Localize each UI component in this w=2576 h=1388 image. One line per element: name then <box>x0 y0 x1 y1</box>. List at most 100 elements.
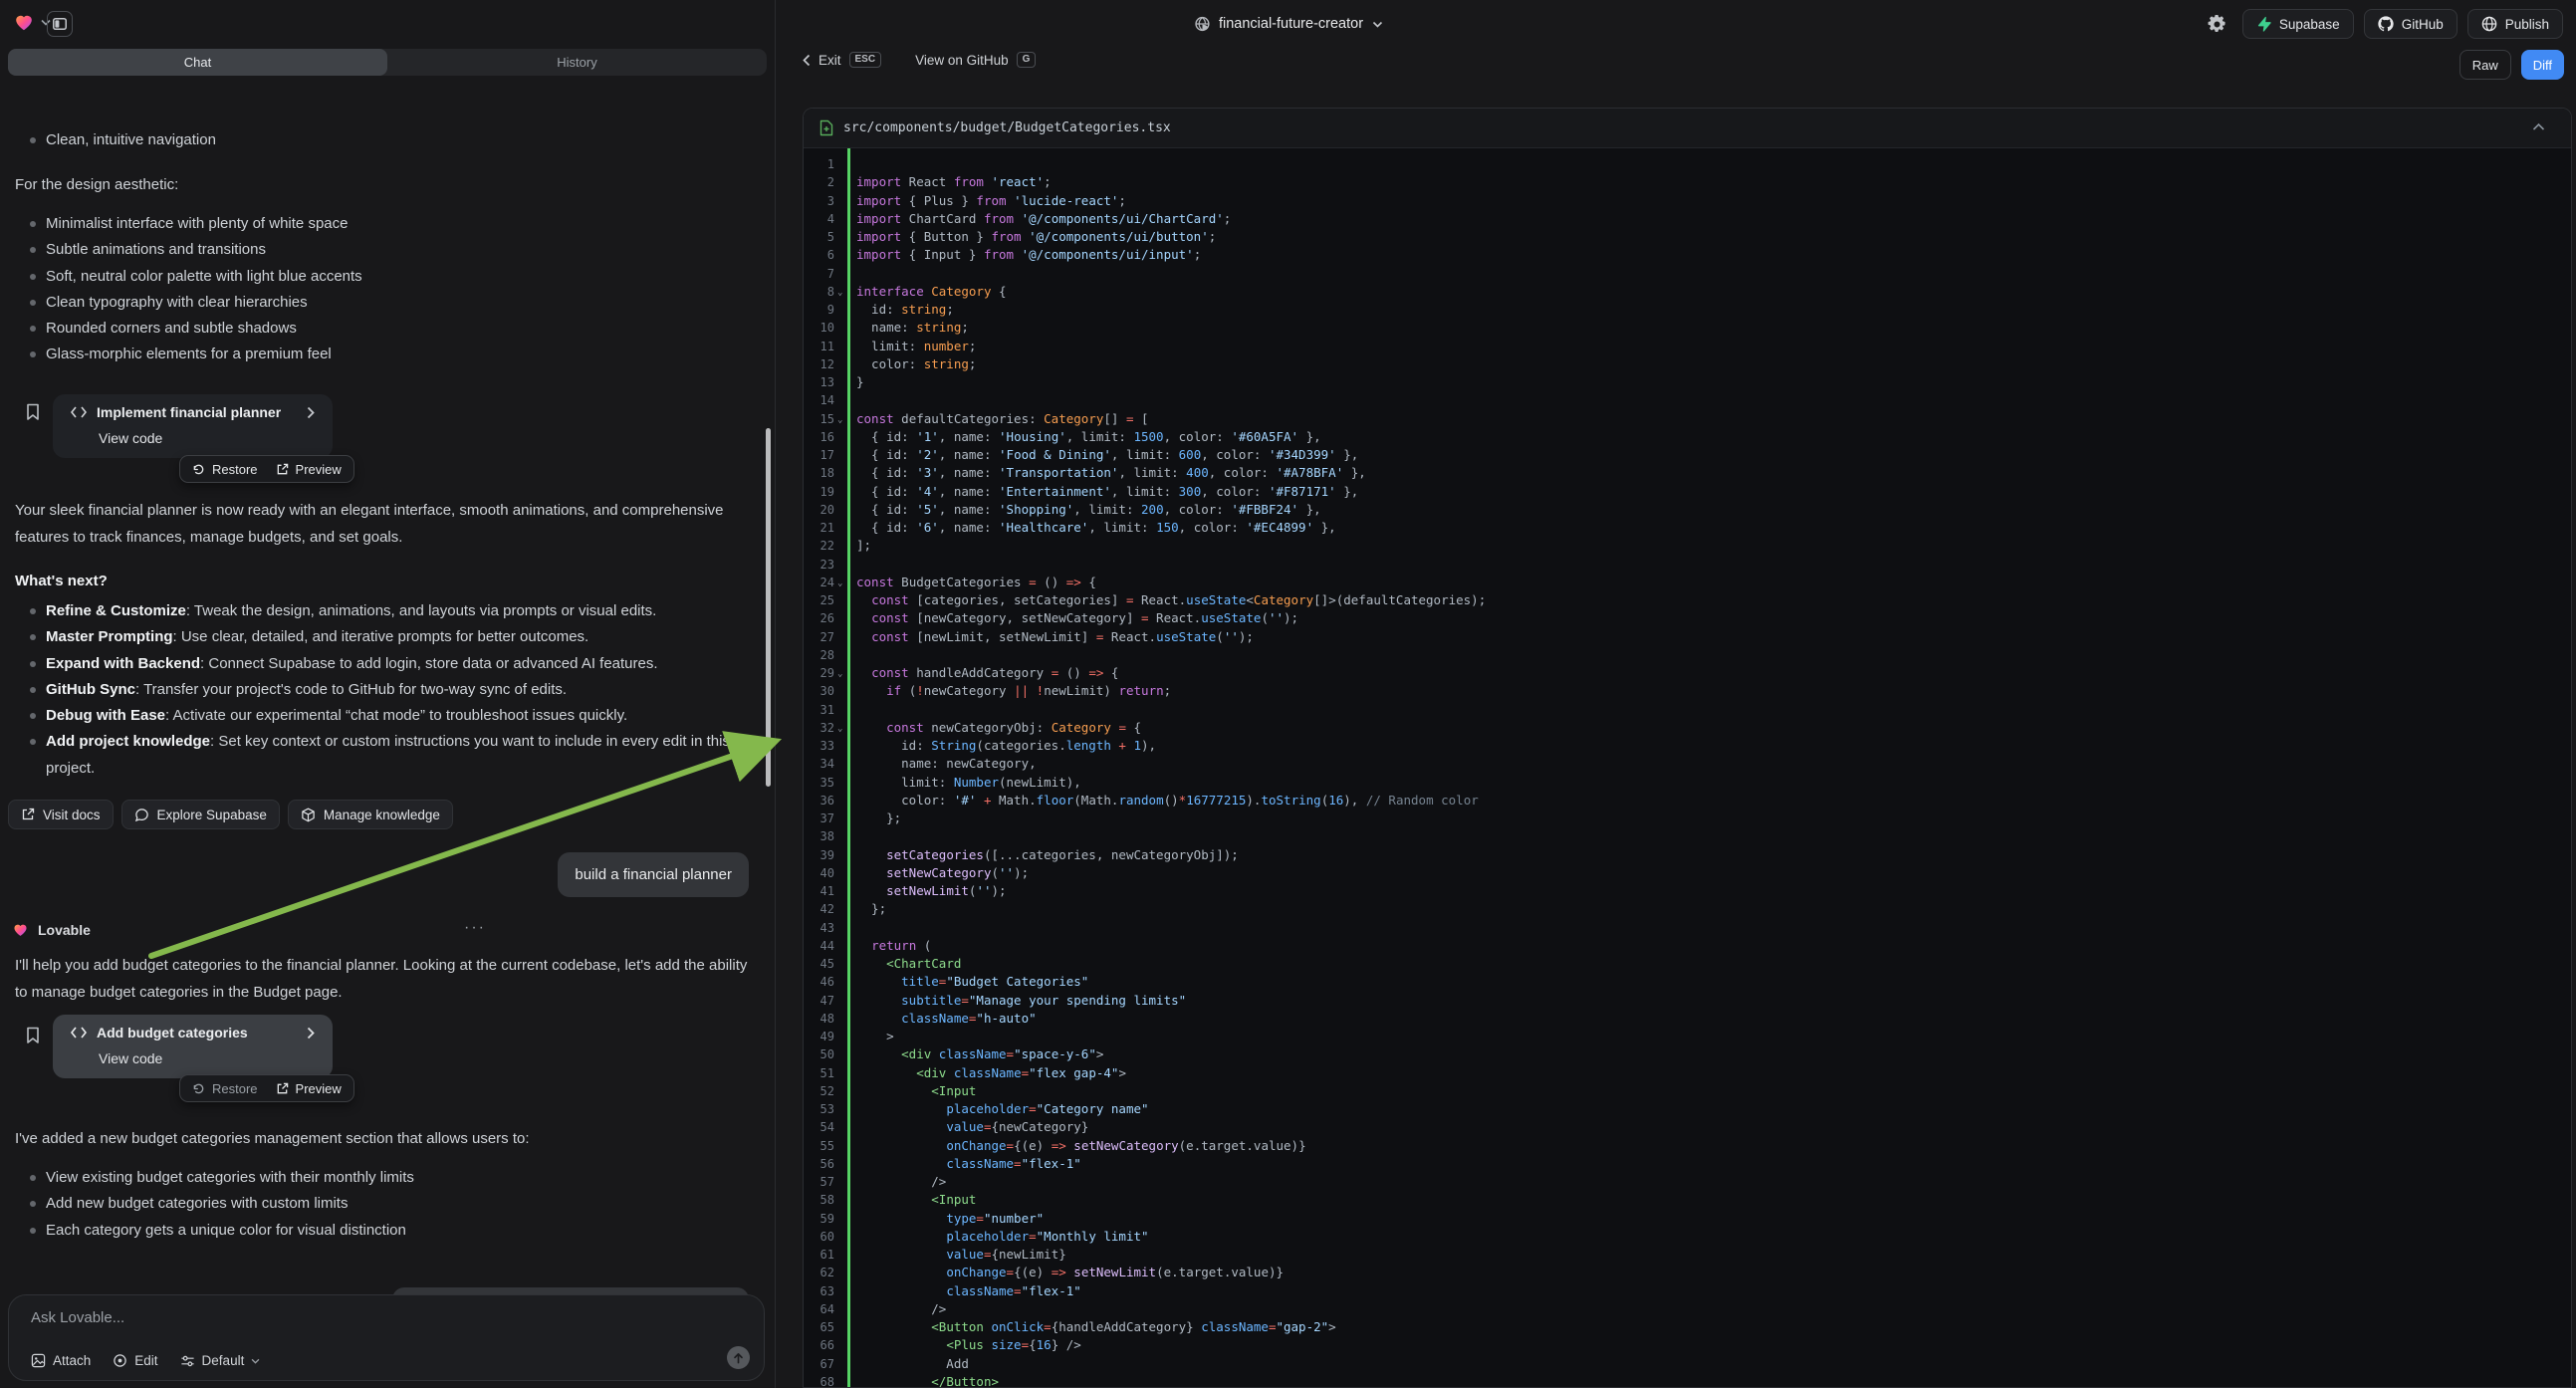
code-line: 7 <box>804 265 2571 283</box>
restore-button[interactable]: Restore <box>192 1081 258 1096</box>
bullet-item: Clean, intuitive navigation <box>0 127 757 153</box>
line-number: 9 <box>804 301 834 319</box>
explore-supabase-button[interactable]: Explore Supabase <box>121 800 280 829</box>
line-number: 49 <box>804 1028 834 1045</box>
line-number: 5 <box>804 228 834 246</box>
chevron-down-icon <box>251 1358 260 1364</box>
preview-button[interactable]: Preview <box>276 1081 342 1096</box>
code-line: 15⌄const defaultCategories: Category[] =… <box>804 410 2571 428</box>
code-line: 12 color: string; <box>804 355 2571 373</box>
line-number: 43 <box>804 919 834 937</box>
restore-icon <box>192 1082 205 1095</box>
view-code-link[interactable]: View code <box>99 430 162 446</box>
visit-docs-button[interactable]: Visit docs <box>8 800 114 829</box>
diff-toggle-button[interactable]: Diff <box>2521 50 2564 80</box>
send-button[interactable] <box>727 1346 750 1369</box>
code-line: 51 <div className="flex gap-4"> <box>804 1064 2571 1082</box>
line-number: 22 <box>804 537 834 555</box>
code-line: 42 }; <box>804 900 2571 918</box>
fold-chevron-icon[interactable]: ⌄ <box>834 410 856 428</box>
chat-scrollbar[interactable] <box>766 428 771 787</box>
line-number: 15 <box>804 410 834 428</box>
code-line: 46 title="Budget Categories" <box>804 973 2571 991</box>
attach-button[interactable]: Attach <box>31 1353 91 1368</box>
raw-toggle-button[interactable]: Raw <box>2459 50 2511 80</box>
chevron-right-icon <box>307 406 315 419</box>
code-line: 49 > <box>804 1028 2571 1045</box>
line-number: 60 <box>804 1228 834 1246</box>
g-key-badge: G <box>1017 52 1037 68</box>
code-line: 16 { id: '1', name: 'Housing', limit: 15… <box>804 428 2571 446</box>
chat-panel: Chat History Clean, intuitive navigation… <box>0 48 775 1388</box>
line-number: 67 <box>804 1355 834 1373</box>
line-number: 2 <box>804 173 834 191</box>
bookmark-icon[interactable] <box>26 403 40 421</box>
code-line: 57 /> <box>804 1173 2571 1191</box>
lovable-logo-icon[interactable] <box>13 11 35 33</box>
view-on-github-button[interactable]: View on GitHub G <box>915 52 1036 68</box>
fold-chevron-icon[interactable]: ⌄ <box>834 574 856 591</box>
code-line: 38 <box>804 827 2571 845</box>
bookmark-icon[interactable] <box>26 1027 40 1044</box>
bullet-item: Debug with Ease: Activate our experiment… <box>0 703 765 729</box>
code-line: 43 <box>804 919 2571 937</box>
chat-input[interactable] <box>31 1309 728 1326</box>
tab-chat[interactable]: Chat <box>8 49 387 76</box>
added-bullet-list: View existing budget categories with the… <box>0 1165 757 1244</box>
restore-preview-toolbar: Restore Preview <box>179 455 354 483</box>
line-number: 11 <box>804 338 834 355</box>
bullet-item: Glass-morphic elements for a premium fee… <box>0 342 757 367</box>
version-card-add-budget-categories[interactable]: Add budget categories View code <box>53 1015 333 1078</box>
collapse-chevron-up-icon[interactable] <box>2532 122 2545 131</box>
fold-chevron-icon[interactable]: ⌄ <box>834 664 856 682</box>
edit-mode-button[interactable]: Edit <box>113 1353 157 1368</box>
fold-chevron-icon[interactable]: ⌄ <box>834 283 856 301</box>
line-number: 64 <box>804 1300 834 1318</box>
code-line: 61 value={newLimit} <box>804 1246 2571 1264</box>
external-link-icon <box>276 463 289 476</box>
line-number: 47 <box>804 992 834 1010</box>
line-number: 40 <box>804 864 834 882</box>
version-card-implement-planner[interactable]: Implement financial planner View code <box>53 394 333 458</box>
code-viewer-header: Exit ESC View on GitHub G Raw Diff <box>776 48 2576 86</box>
code-line: 63 className="flex-1" <box>804 1282 2571 1300</box>
code-line: 64 /> <box>804 1300 2571 1318</box>
model-selector[interactable]: Default <box>180 1353 261 1368</box>
help-paragraph: I'll help you add budget categories to t… <box>15 952 757 1006</box>
code-line: 4import ChartCard from '@/components/ui/… <box>804 210 2571 228</box>
chat-scroll-area[interactable]: Clean, intuitive navigation For the desi… <box>0 78 775 1332</box>
code-line: 47 subtitle="Manage your spending limits… <box>804 992 2571 1010</box>
bullet-item: Subtle animations and transitions <box>0 237 757 263</box>
exit-button[interactable]: Exit ESC <box>803 52 881 68</box>
sidebar-toggle-button[interactable] <box>47 11 73 37</box>
tab-history[interactable]: History <box>387 49 767 76</box>
line-number: 13 <box>804 373 834 391</box>
view-code-link[interactable]: View code <box>99 1050 162 1066</box>
code-line: 66 <Plus size={16} /> <box>804 1336 2571 1354</box>
message-menu-button[interactable]: ··· <box>464 919 486 937</box>
code-line: 18 { id: '3', name: 'Transportation', li… <box>804 464 2571 482</box>
code-line: 36 color: '#' + Math.floor(Math.random()… <box>804 792 2571 810</box>
code-line: 1 <box>804 155 2571 173</box>
line-number: 6 <box>804 246 834 264</box>
file-path-bar[interactable]: src/components/budget/BudgetCategories.t… <box>804 109 2571 148</box>
code-editor[interactable]: 12import React from 'react';3import { Pl… <box>804 148 2571 1388</box>
code-line: 21 { id: '6', name: 'Healthcare', limit:… <box>804 519 2571 537</box>
code-line: 11 limit: number; <box>804 338 2571 355</box>
code-line: 60 placeholder="Monthly limit" <box>804 1228 2571 1246</box>
restore-preview-toolbar: Restore Preview <box>179 1074 354 1102</box>
preview-button[interactable]: Preview <box>276 462 342 477</box>
code-line: 62 onChange={(e) => setNewLimit(e.target… <box>804 1264 2571 1281</box>
fold-chevron-icon[interactable]: ⌄ <box>834 719 856 737</box>
bullet-item: GitHub Sync: Transfer your project's cod… <box>0 677 765 703</box>
sidebar-toggle-icon <box>53 18 67 30</box>
code-line: 53 placeholder="Category name" <box>804 1100 2571 1118</box>
code-line: 32⌄ const newCategoryObj: Category = { <box>804 719 2571 737</box>
line-number: 34 <box>804 755 834 773</box>
code-file-card: src/components/budget/BudgetCategories.t… <box>803 108 2572 1388</box>
manage-knowledge-button[interactable]: Manage knowledge <box>288 800 453 829</box>
file-path: src/components/budget/BudgetCategories.t… <box>843 120 1171 135</box>
restore-button[interactable]: Restore <box>192 462 258 477</box>
code-line: 59 type="number" <box>804 1210 2571 1228</box>
chevron-left-icon <box>803 54 811 67</box>
